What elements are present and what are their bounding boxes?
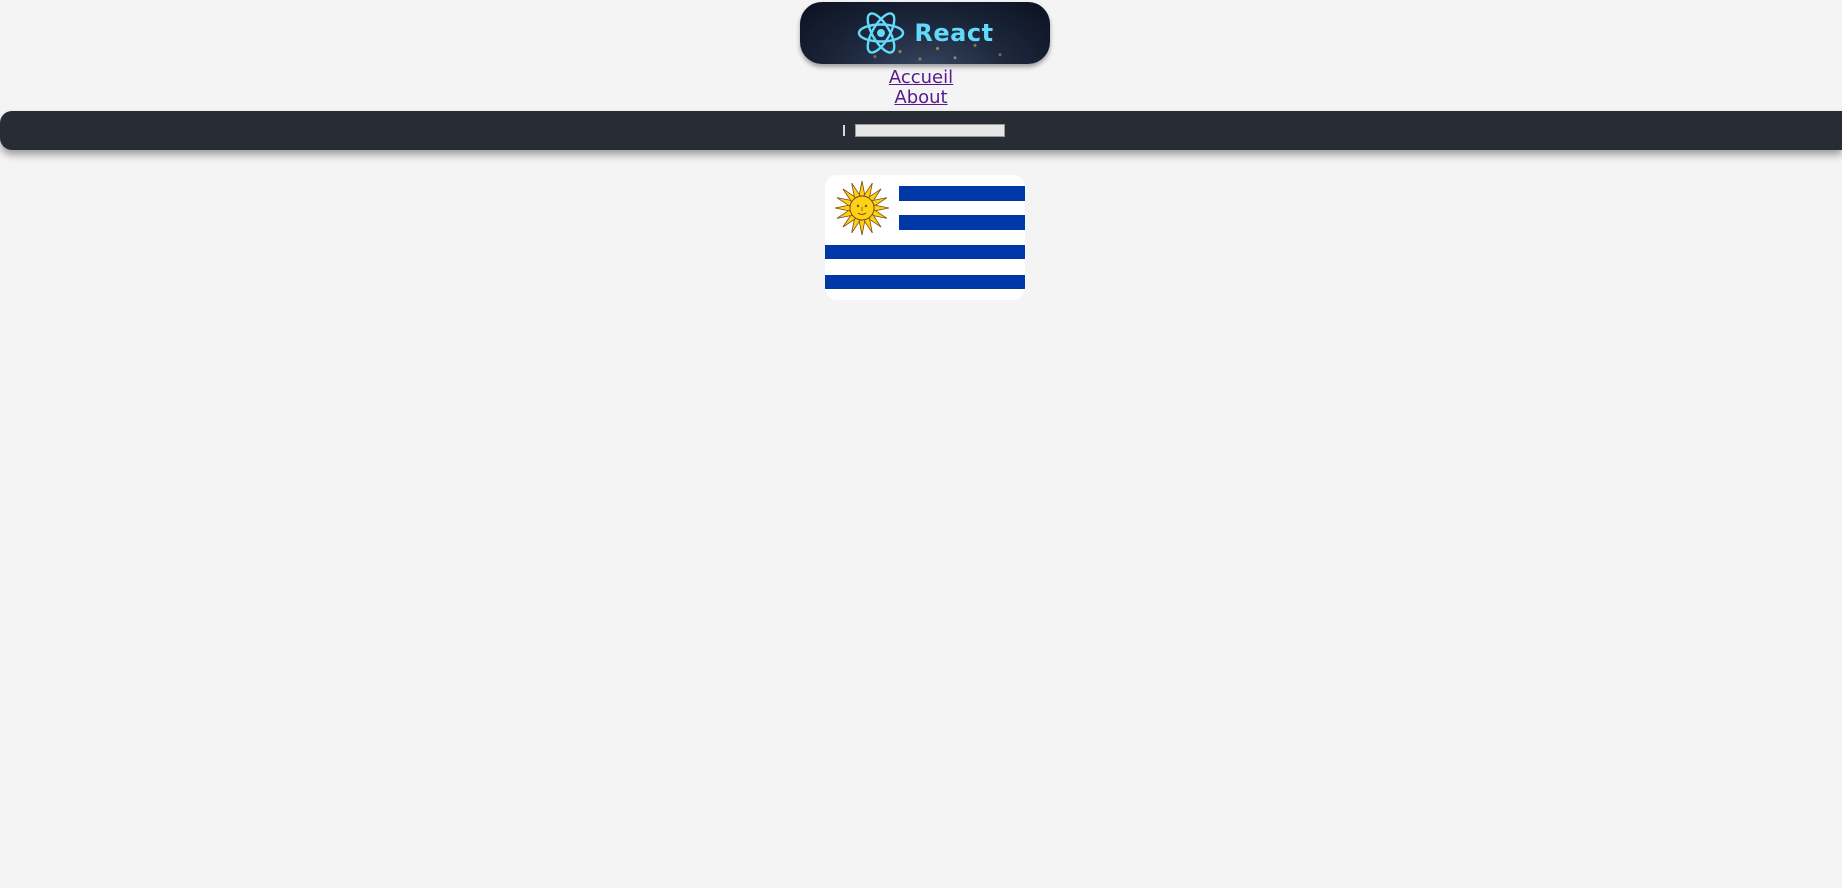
react-atom-icon bbox=[858, 12, 905, 54]
main-nav: Accueil About bbox=[0, 68, 1842, 108]
logo[interactable]: React bbox=[800, 2, 1050, 64]
search-label bbox=[843, 125, 845, 136]
country-flag-card[interactable] bbox=[825, 175, 1025, 300]
header-banner: React bbox=[800, 2, 1050, 64]
search-bar bbox=[0, 111, 1842, 150]
search-input[interactable] bbox=[855, 124, 1005, 137]
nav-link-about[interactable]: About bbox=[0, 88, 1842, 108]
nav-link-accueil[interactable]: Accueil bbox=[0, 68, 1842, 88]
uruguay-flag-image bbox=[825, 175, 1025, 300]
sun-of-may-icon bbox=[834, 180, 890, 236]
brand-name: React bbox=[914, 19, 994, 47]
